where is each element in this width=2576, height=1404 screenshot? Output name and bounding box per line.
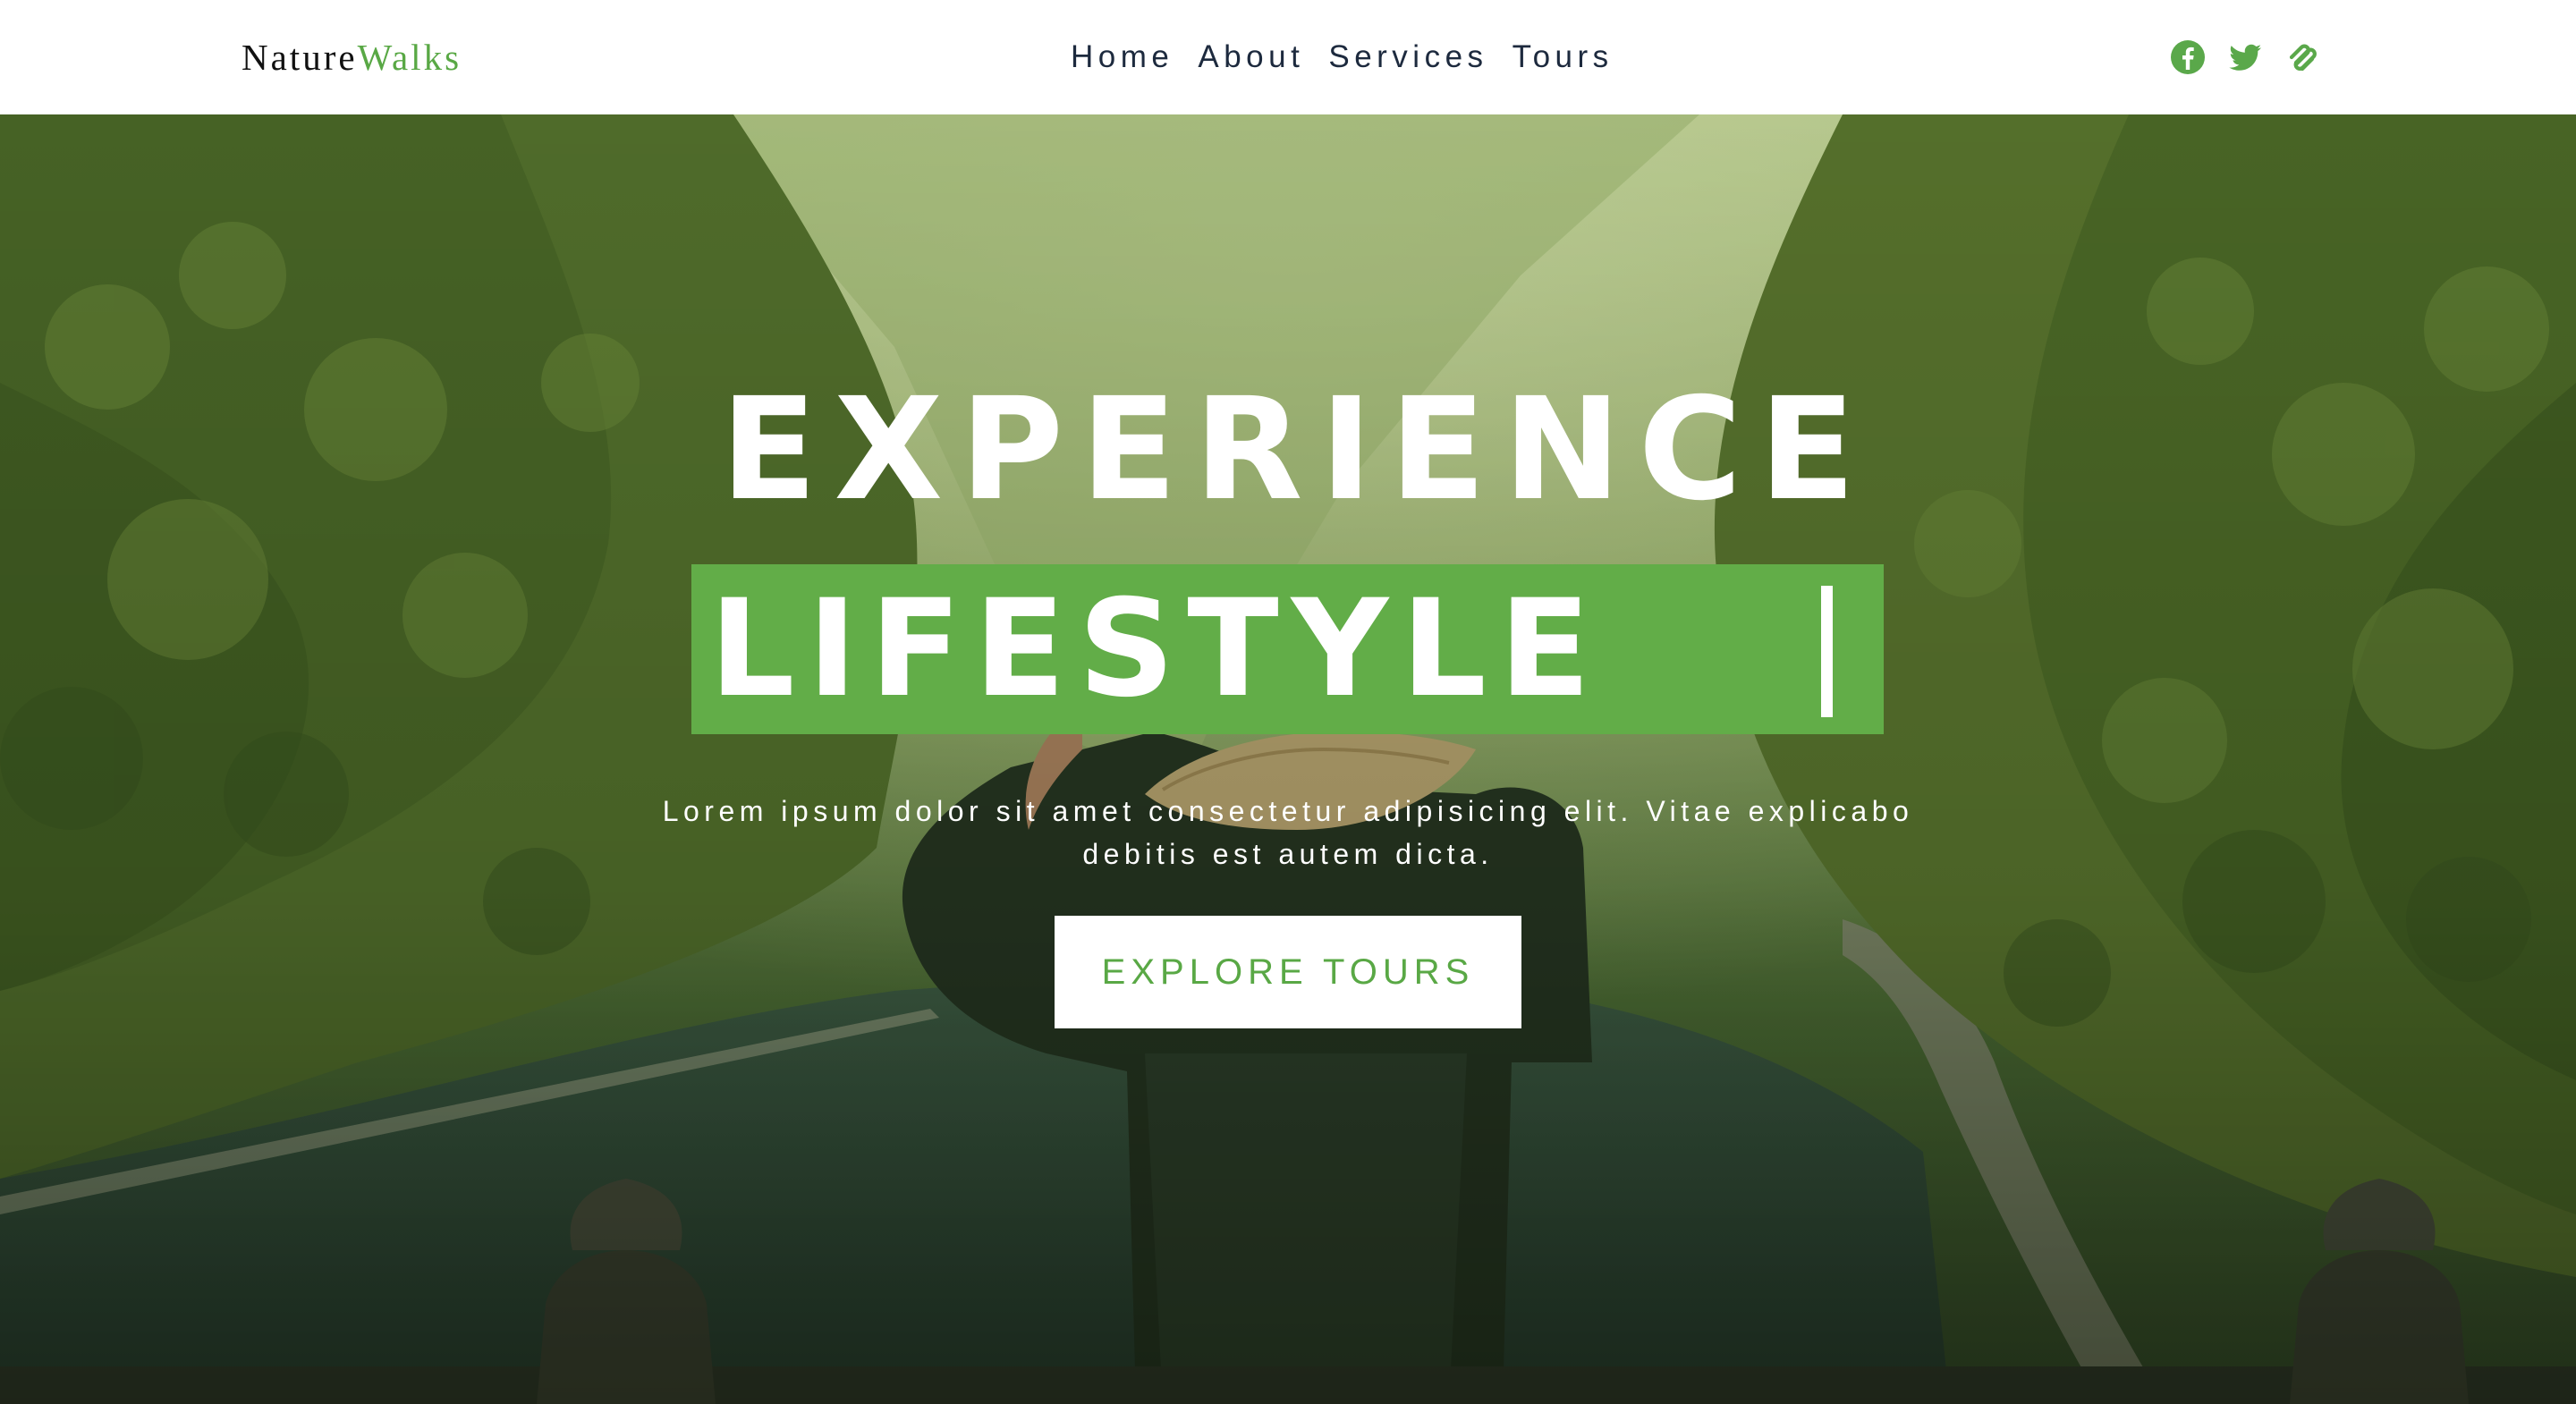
social-links bbox=[2170, 39, 2320, 75]
logo[interactable]: NatureWalks bbox=[242, 36, 462, 79]
logo-text-nature: Nature bbox=[242, 37, 358, 78]
hero-background-image bbox=[0, 114, 2576, 1404]
logo-text-walks: Walks bbox=[357, 37, 462, 78]
main-nav: Home About Services Tours bbox=[1071, 38, 1614, 77]
nav-link-services[interactable]: Services bbox=[1328, 38, 1487, 77]
hero-section: EXPERIENCE LIFESTYLE Lorem ipsum dolor s… bbox=[0, 114, 2576, 1404]
typing-cursor bbox=[1821, 586, 1833, 717]
nav-link-tours[interactable]: Tours bbox=[1513, 38, 1614, 77]
hero-subtitle: Lorem ipsum dolor sit amet consectetur a… bbox=[662, 795, 1914, 870]
nav-link-about[interactable]: About bbox=[1198, 38, 1304, 77]
explore-tours-button[interactable]: EXPLORE TOURS bbox=[1055, 916, 1521, 1028]
hero-headline-line2: LIFESTYLE bbox=[709, 571, 1604, 727]
twitter-icon[interactable] bbox=[2227, 39, 2263, 75]
navbar: NatureWalks Home About Services Tours bbox=[0, 0, 2576, 114]
squarespace-icon[interactable] bbox=[2284, 39, 2320, 75]
facebook-icon[interactable] bbox=[2170, 39, 2206, 75]
hero-headline-line1: EXPERIENCE bbox=[720, 368, 1873, 532]
nav-link-home[interactable]: Home bbox=[1071, 38, 1174, 77]
